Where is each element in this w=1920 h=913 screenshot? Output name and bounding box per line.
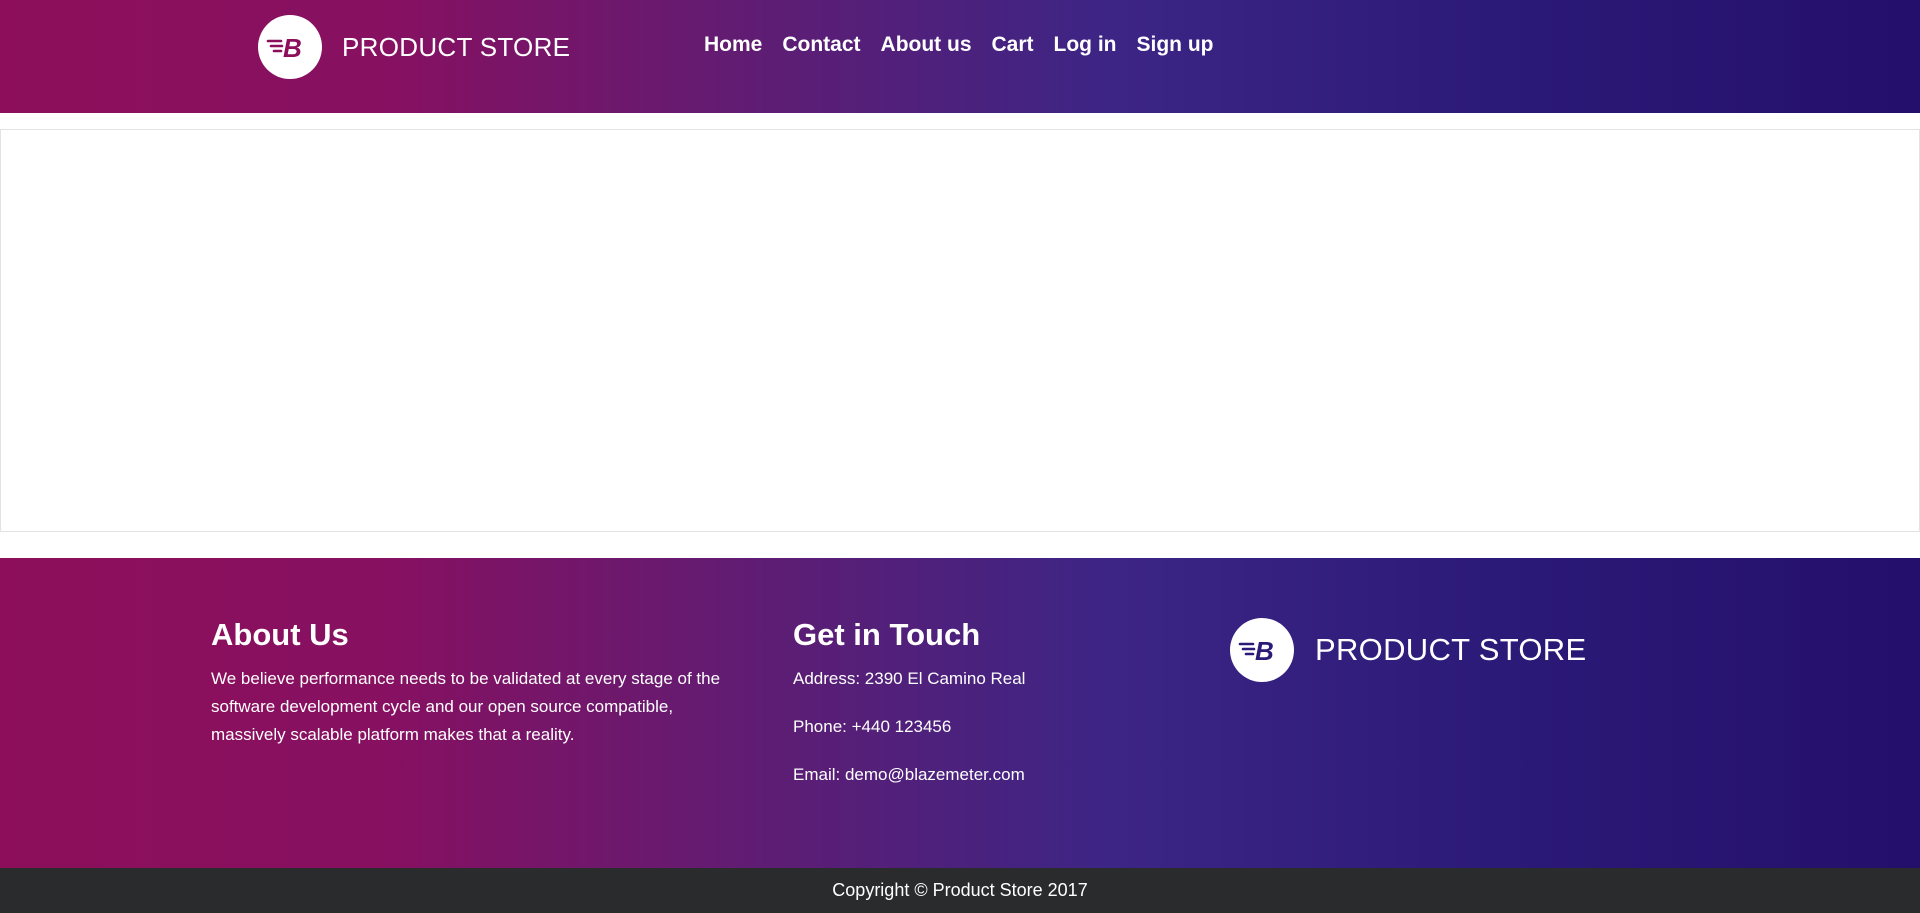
- brand-logo-icon: B: [258, 15, 322, 79]
- footer-about-section: About Us We believe performance needs to…: [211, 615, 751, 749]
- footer: About Us We believe performance needs to…: [0, 558, 1920, 868]
- brand-link[interactable]: B PRODUCT STORE: [258, 15, 570, 79]
- get-in-touch-heading: Get in Touch: [793, 617, 981, 652]
- svg-text:B: B: [1255, 636, 1274, 665]
- contact-phone: Phone: +440 123456: [793, 717, 952, 736]
- brand-name: PRODUCT STORE: [342, 31, 571, 62]
- contact-email: Email: demo@blazemeter.com: [793, 765, 1025, 784]
- nav-cart[interactable]: Cart: [992, 33, 1034, 57]
- navbar: B PRODUCT STORE Home Contact About us Ca…: [0, 0, 1920, 113]
- about-us-text: We believe performance needs to be valid…: [211, 669, 721, 744]
- carousel-area: [0, 129, 1920, 532]
- nav-home[interactable]: Home: [704, 33, 762, 57]
- nav-about-us[interactable]: About us: [881, 33, 972, 57]
- main-nav: Home Contact About us Cart Log in Sign u…: [704, 30, 1234, 60]
- about-us-heading: About Us: [211, 617, 349, 652]
- svg-text:B: B: [283, 33, 302, 62]
- footer-brand: B PRODUCT STORE: [1230, 618, 1586, 682]
- copyright-text: Copyright © Product Store 2017: [832, 880, 1088, 900]
- copyright-bar: Copyright © Product Store 2017: [0, 868, 1920, 913]
- footer-logo-icon: B: [1230, 618, 1294, 682]
- nav-log-in[interactable]: Log in: [1054, 33, 1117, 57]
- footer-contact-section: Get in Touch Address: 2390 El Camino Rea…: [793, 615, 1173, 809]
- footer-brand-name: PRODUCT STORE: [1315, 632, 1587, 667]
- nav-contact[interactable]: Contact: [782, 33, 860, 57]
- contact-address: Address: 2390 El Camino Real: [793, 669, 1026, 688]
- nav-sign-up[interactable]: Sign up: [1137, 33, 1214, 57]
